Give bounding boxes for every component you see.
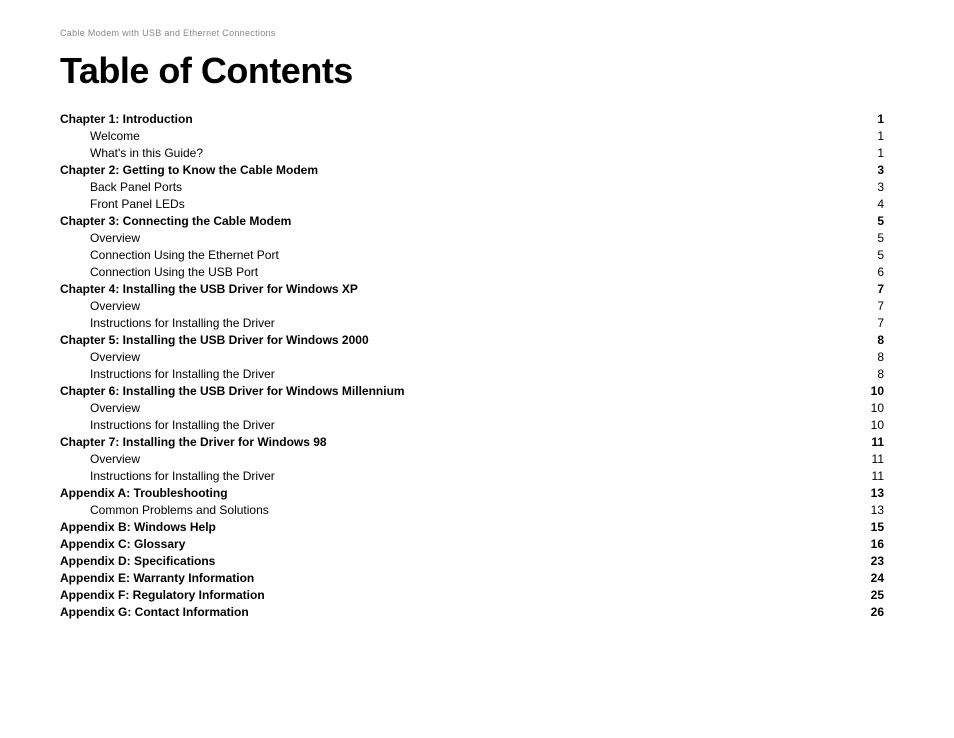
toc-entry-text: Instructions for Installing the Driver	[60, 467, 811, 484]
toc-title: Table of Contents	[60, 50, 894, 92]
toc-entry-page: 25	[811, 586, 894, 603]
toc-row: Appendix G: Contact Information26	[60, 603, 894, 620]
toc-entry-text: Instructions for Installing the Driver	[60, 365, 811, 382]
toc-entry-page: 4	[811, 195, 894, 212]
toc-entry-text: Appendix A: Troubleshooting	[60, 484, 811, 501]
toc-row: Instructions for Installing the Driver11	[60, 467, 894, 484]
toc-entry-page: 26	[811, 603, 894, 620]
toc-entry-text: Chapter 5: Installing the USB Driver for…	[60, 331, 811, 348]
toc-row: Appendix F: Regulatory Information25	[60, 586, 894, 603]
toc-entry-page: 15	[811, 518, 894, 535]
toc-row: Overview5	[60, 229, 894, 246]
toc-row: Chapter 1: Introduction1	[60, 110, 894, 127]
document-header: Cable Modem with USB and Ethernet Connec…	[60, 28, 894, 38]
toc-entry-text: Overview	[60, 450, 811, 467]
toc-row: Appendix B: Windows Help15	[60, 518, 894, 535]
toc-entry-text: Connection Using the USB Port	[60, 263, 811, 280]
toc-row: Back Panel Ports3	[60, 178, 894, 195]
toc-entry-text: Chapter 2: Getting to Know the Cable Mod…	[60, 161, 811, 178]
toc-row: Chapter 3: Connecting the Cable Modem5	[60, 212, 894, 229]
toc-entry-page: 16	[811, 535, 894, 552]
page: Cable Modem with USB and Ethernet Connec…	[0, 0, 954, 738]
toc-entry-text: Chapter 3: Connecting the Cable Modem	[60, 212, 811, 229]
toc-entry-page: 11	[811, 433, 894, 450]
toc-row: Instructions for Installing the Driver7	[60, 314, 894, 331]
toc-entry-text: Chapter 4: Installing the USB Driver for…	[60, 280, 811, 297]
toc-entry-page: 13	[811, 484, 894, 501]
toc-row: Chapter 6: Installing the USB Driver for…	[60, 382, 894, 399]
toc-entry-page: 8	[811, 365, 894, 382]
toc-row: Chapter 4: Installing the USB Driver for…	[60, 280, 894, 297]
toc-row: Chapter 5: Installing the USB Driver for…	[60, 331, 894, 348]
toc-entry-page: 5	[811, 212, 894, 229]
toc-entry-text: Instructions for Installing the Driver	[60, 314, 811, 331]
toc-entry-text: Chapter 7: Installing the Driver for Win…	[60, 433, 811, 450]
toc-entry-text: Chapter 6: Installing the USB Driver for…	[60, 382, 811, 399]
toc-entry-page: 11	[811, 467, 894, 484]
toc-entry-text: What's in this Guide?	[60, 144, 811, 161]
toc-entry-page: 3	[811, 161, 894, 178]
toc-entry-page: 10	[811, 399, 894, 416]
toc-row: Welcome1	[60, 127, 894, 144]
toc-entry-text: Chapter 1: Introduction	[60, 110, 811, 127]
toc-row: Connection Using the USB Port6	[60, 263, 894, 280]
toc-entry-page: 23	[811, 552, 894, 569]
toc-entry-page: 7	[811, 280, 894, 297]
toc-entry-page: 13	[811, 501, 894, 518]
toc-entry-text: Appendix G: Contact Information	[60, 603, 811, 620]
toc-entry-page: 1	[811, 144, 894, 161]
toc-entry-text: Common Problems and Solutions	[60, 501, 811, 518]
toc-row: Overview10	[60, 399, 894, 416]
toc-entry-text: Overview	[60, 229, 811, 246]
toc-table: Chapter 1: Introduction1Welcome1What's i…	[60, 110, 894, 620]
toc-entry-text: Connection Using the Ethernet Port	[60, 246, 811, 263]
toc-entry-text: Appendix F: Regulatory Information	[60, 586, 811, 603]
toc-row: Instructions for Installing the Driver8	[60, 365, 894, 382]
toc-entry-page: 5	[811, 246, 894, 263]
toc-row: Overview7	[60, 297, 894, 314]
toc-entry-page: 7	[811, 314, 894, 331]
toc-entry-page: 10	[811, 416, 894, 433]
toc-row: Common Problems and Solutions13	[60, 501, 894, 518]
toc-entry-text: Overview	[60, 348, 811, 365]
toc-entry-text: Overview	[60, 297, 811, 314]
toc-entry-text: Front Panel LEDs	[60, 195, 811, 212]
toc-entry-page: 10	[811, 382, 894, 399]
toc-entry-text: Instructions for Installing the Driver	[60, 416, 811, 433]
toc-entry-page: 8	[811, 331, 894, 348]
toc-entry-text: Overview	[60, 399, 811, 416]
toc-entry-page: 1	[811, 127, 894, 144]
toc-row: Appendix E: Warranty Information24	[60, 569, 894, 586]
toc-row: Chapter 2: Getting to Know the Cable Mod…	[60, 161, 894, 178]
toc-row: Appendix D: Specifications23	[60, 552, 894, 569]
toc-entry-text: Back Panel Ports	[60, 178, 811, 195]
toc-entry-text: Welcome	[60, 127, 811, 144]
toc-row: Appendix C: Glossary16	[60, 535, 894, 552]
toc-entry-page: 8	[811, 348, 894, 365]
toc-row: Overview11	[60, 450, 894, 467]
toc-entry-page: 3	[811, 178, 894, 195]
toc-entry-text: Appendix E: Warranty Information	[60, 569, 811, 586]
toc-entry-text: Appendix D: Specifications	[60, 552, 811, 569]
toc-row: What's in this Guide?1	[60, 144, 894, 161]
toc-entry-text: Appendix C: Glossary	[60, 535, 811, 552]
toc-entry-page: 7	[811, 297, 894, 314]
toc-row: Chapter 7: Installing the Driver for Win…	[60, 433, 894, 450]
toc-row: Front Panel LEDs4	[60, 195, 894, 212]
toc-row: Connection Using the Ethernet Port5	[60, 246, 894, 263]
toc-entry-page: 6	[811, 263, 894, 280]
toc-entry-text: Appendix B: Windows Help	[60, 518, 811, 535]
toc-entry-page: 24	[811, 569, 894, 586]
toc-row: Appendix A: Troubleshooting13	[60, 484, 894, 501]
toc-row: Overview8	[60, 348, 894, 365]
toc-row: Instructions for Installing the Driver10	[60, 416, 894, 433]
toc-entry-page: 11	[811, 450, 894, 467]
toc-entry-page: 1	[811, 110, 894, 127]
toc-entry-page: 5	[811, 229, 894, 246]
